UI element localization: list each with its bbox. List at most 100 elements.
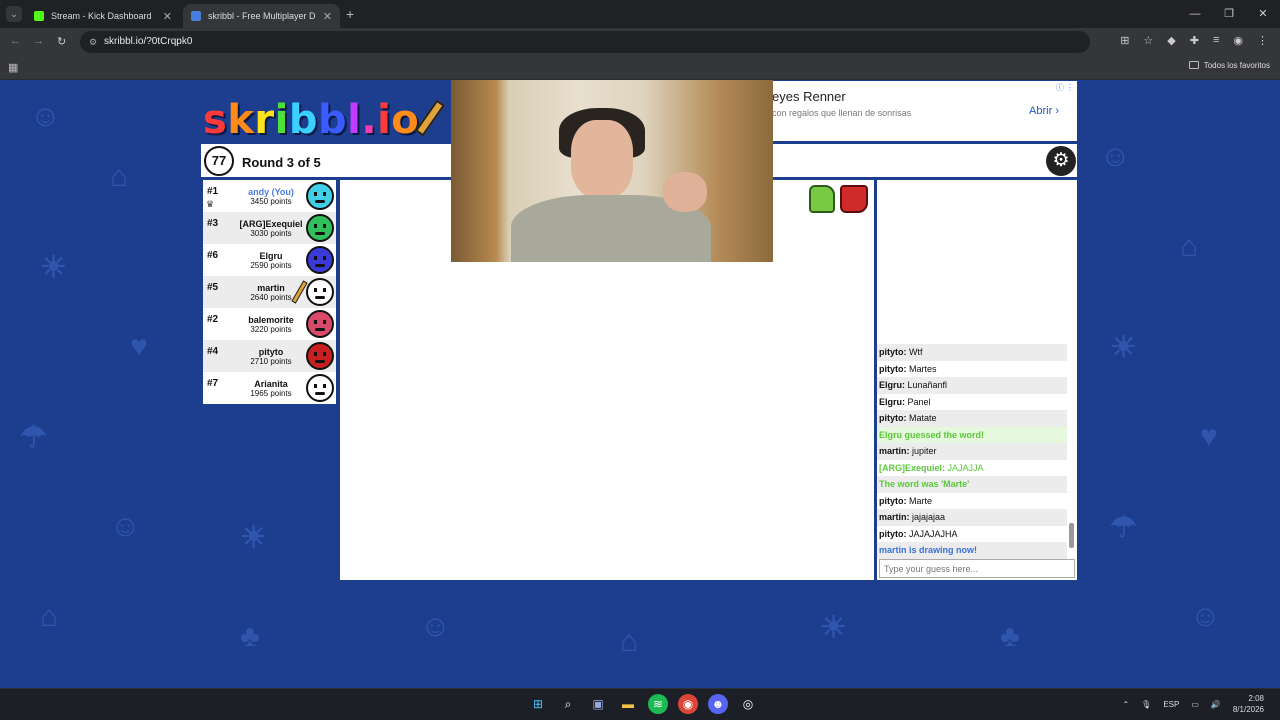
menu-icon[interactable]: ⋮ [1257,34,1268,47]
address-bar[interactable]: ⚙ skribbl.io/?0tCrqpk0 [80,31,1090,53]
start-icon[interactable]: ⊞ [528,694,548,714]
browser-toolbar: ← → ↻ ⚙ skribbl.io/?0tCrqpk0 ⊞ ☆ ◆ ✚ ≡ ◉… [0,28,1280,56]
doodle-icon: ♥ [130,330,148,363]
chat-message: pityto: Matate [877,410,1067,427]
forward-icon[interactable]: → [33,35,44,47]
date-text: 8/1/2026 [1232,705,1264,714]
extensions-puzzle-icon[interactable]: ✚ [1190,34,1199,47]
player-row[interactable]: #3 [ARG]Exequiel 3030 points [203,212,336,244]
ad-open-button[interactable]: Abrir › [1029,105,1059,117]
tab-search-icon[interactable]: ⌄ [6,6,22,22]
chat-author: martin: [879,512,910,522]
chat-message: [ARG]Exequiel: JAJAJJA [877,460,1067,477]
chat-text: Matate [909,413,937,423]
tab-kick-dashboard[interactable]: Stream - Kick Dashboard ✕ [26,4,180,28]
skribbl-logo: skribbl.io [203,97,446,143]
player-points: 3220 points [250,325,292,334]
doodle-icon: ☂ [1110,511,1137,544]
player-row[interactable]: #7 Arianita 1965 points [203,372,336,404]
obs-icon[interactable]: ◎ [738,694,758,714]
folder-icon [1188,61,1199,69]
player-avatar [306,310,334,338]
chevron-right-icon: › [1055,105,1059,117]
settings-gear-icon[interactable]: ⚙ [1046,146,1076,176]
player-name: balemorite [248,315,294,325]
minimize-icon[interactable]: — [1178,0,1212,28]
language-indicator[interactable]: ESP [1163,700,1179,709]
player-row[interactable]: #5 martin 2640 points [203,276,336,308]
file-explorer-icon[interactable]: ▬ [618,694,638,714]
player-points: 3450 points [250,197,292,206]
time-text: 2:08 [1248,694,1264,703]
player-avatar [306,374,334,402]
back-icon[interactable]: ← [10,35,21,47]
tab-skribbl[interactable]: skribbl - Free Multiplayer D ✕ [183,4,340,28]
network-icon[interactable]: ▭ [1191,700,1199,709]
player-avatar [306,342,334,370]
all-bookmarks-folder[interactable]: Todos los favoritos [1188,61,1270,70]
doodle-icon: ☺ [420,610,451,643]
close-tab-icon[interactable]: ✕ [163,10,172,23]
chrome-icon[interactable]: ◉ [678,694,698,714]
ad-info-icon[interactable]: ⓘ ⋮ [1056,82,1074,93]
doodle-icon: ⌂ [1180,230,1199,263]
player-row[interactable]: #4 pityto 2710 points [203,340,336,372]
close-tab-icon[interactable]: ✕ [323,10,332,23]
chat-text: The word was 'Marte' [879,479,970,489]
search-icon[interactable]: ⌕ [558,694,578,714]
player-name: Arianita [254,379,288,389]
translate-icon[interactable]: ⊞ [1120,34,1129,47]
doodle-icon: ⌂ [40,600,59,633]
player-name: andy (You) [248,187,294,197]
player-points: 2710 points [250,357,292,366]
chat-scroll-thumb[interactable] [1069,523,1074,548]
timer-clock: 77 [204,146,234,176]
thumbs-up-icon[interactable] [809,185,835,213]
url-text: skribbl.io/?0tCrqpk0 [104,36,193,47]
microphone-icon[interactable]: 🎙 [1141,700,1151,709]
new-tab-icon[interactable]: + [346,6,354,22]
thumbs-down-icon[interactable] [840,185,868,213]
doodle-icon: ⌂ [620,625,639,658]
logo-pencil-icon [415,99,446,137]
player-row[interactable]: #6 Elgru 2590 points [203,244,336,276]
site-info-icon[interactable]: ⚙ [89,31,97,53]
close-window-icon[interactable]: ✕ [1246,0,1280,28]
chat-text: Martes [909,363,937,374]
doodle-icon: ☀ [820,611,847,644]
ad-banner[interactable]: eyes Renner con regalos que llenan de so… [772,81,1077,141]
skribbl-favicon-icon [191,11,201,21]
volume-icon[interactable]: 🔊 [1211,700,1221,709]
media-icon[interactable]: ≡ [1213,34,1219,47]
chat-message: Elgru guessed the word! [877,426,1067,443]
player-rank: #1 [207,186,219,197]
system-clock[interactable]: 2:08 8/1/2026 [1233,693,1264,715]
chat-text: JAJAJJA [947,462,984,473]
chat-text: jajajajaa [912,512,946,522]
chat-author: pityto: [879,413,907,423]
player-row[interactable]: #1 ♛ andy (You) 3450 points [203,180,336,212]
ad-subtitle: con regalos que llenan de sonrisas [772,108,912,118]
guess-input[interactable] [879,559,1075,578]
doodle-icon: ☀ [240,521,267,554]
bookmarks-folder-label: Todos los favoritos [1203,61,1270,70]
spotify-icon[interactable]: ≋ [648,694,668,714]
chevron-up-icon[interactable]: ⌃ [1122,700,1129,709]
reload-icon[interactable]: ↻ [57,35,66,48]
player-name: Elgru [259,251,283,261]
chat-message: pityto: Marte [877,493,1067,510]
doodle-icon: ♣ [240,620,260,653]
player-row[interactable]: #2 balemorite 3220 points [203,308,336,340]
chat-text: martin is drawing now! [879,545,978,555]
player-rank: #7 [207,378,219,389]
chat-author: pityto: [879,495,907,506]
bookmark-star-icon[interactable]: ☆ [1143,34,1153,47]
extension-icon[interactable]: ◆ [1167,34,1175,47]
store-icon[interactable]: ▣ [588,694,608,714]
player-avatar [306,214,334,242]
profile-icon[interactable]: ◉ [1233,34,1243,47]
restore-icon[interactable]: ❐ [1212,0,1246,28]
player-avatar [306,278,334,306]
discord-icon[interactable]: ☻ [708,694,728,714]
apps-grid-icon[interactable]: ▦ [8,61,18,74]
